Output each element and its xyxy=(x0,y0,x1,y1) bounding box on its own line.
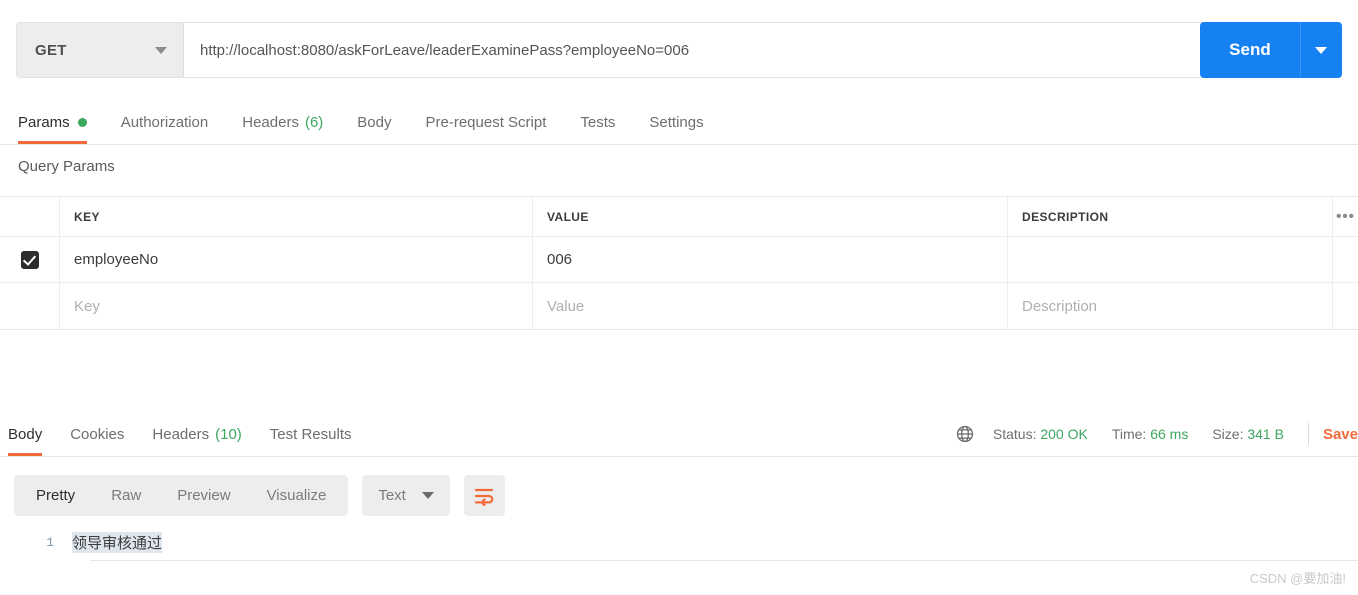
send-wrap: Send xyxy=(1200,22,1342,78)
param-key-input[interactable]: employeeNo xyxy=(60,237,533,282)
tab-headers-label: Headers xyxy=(242,113,299,131)
watermark: CSDN @要加油! xyxy=(1249,571,1346,586)
divider xyxy=(1307,423,1309,445)
code-baseline-rule xyxy=(90,560,1358,561)
code-line: 1 领导审核通过 xyxy=(0,528,1358,556)
chevron-down-icon xyxy=(155,46,167,54)
view-mode-group: Pretty Raw Preview Visualize xyxy=(14,475,349,516)
response-tab-headers-count: (10) xyxy=(215,425,242,443)
status-label: Status: xyxy=(992,426,1037,442)
tab-params-label: Params xyxy=(18,113,70,131)
header-cell-value: VALUE xyxy=(533,197,1008,236)
response-tab-cookies[interactable]: Cookies xyxy=(70,412,124,456)
size-value: 341 B xyxy=(1247,426,1284,442)
globe-icon xyxy=(956,425,974,443)
header-cell-checkbox xyxy=(0,197,60,236)
response-tab-body-label: Body xyxy=(8,425,43,443)
status-value: 200 OK xyxy=(1040,426,1088,442)
body-format-select[interactable]: Text xyxy=(362,475,450,516)
tab-authorization-label: Authorization xyxy=(120,113,209,131)
time-value: 66 ms xyxy=(1150,426,1189,442)
view-mode-raw[interactable]: Raw xyxy=(93,475,159,516)
request-tabs: Params Authorization Headers (6) Body Pr… xyxy=(0,100,1358,145)
tab-params[interactable]: Params xyxy=(18,100,87,144)
chevron-down-icon xyxy=(1315,46,1328,54)
tab-tests-label: Tests xyxy=(580,113,616,131)
response-meta: Status: 200 OK Time: 66 ms Size: 341 B S… xyxy=(955,412,1358,456)
header-cell-description: DESCRIPTION xyxy=(1008,197,1333,236)
view-mode-visualize[interactable]: Visualize xyxy=(249,475,345,516)
tab-authorization[interactable]: Authorization xyxy=(121,100,209,144)
wrap-text-icon xyxy=(475,488,494,506)
bulk-edit-more-button[interactable]: ••• xyxy=(1333,197,1358,236)
param-enabled-checkbox[interactable] xyxy=(20,250,39,269)
params-modified-dot-icon xyxy=(77,117,87,127)
tab-pre-request-script[interactable]: Pre-request Script xyxy=(426,100,547,144)
row-actions xyxy=(1333,237,1358,282)
url-input[interactable]: http://localhost:8080/askForLeave/leader… xyxy=(184,22,1342,78)
view-mode-preview[interactable]: Preview xyxy=(159,475,248,516)
postman-request-window: GET http://localhost:8080/askForLeave/le… xyxy=(0,0,1358,595)
tab-body-label: Body xyxy=(357,113,392,131)
size-label: Size: xyxy=(1212,426,1244,442)
status-badge: Status: 200 OK xyxy=(993,426,1088,442)
response-body-viewer[interactable]: 1 领导审核通过 xyxy=(0,528,1358,568)
size-badge: Size: 341 B xyxy=(1212,426,1284,442)
response-tab-headers-label: Headers xyxy=(152,425,210,443)
url-bar: GET http://localhost:8080/askForLeave/le… xyxy=(16,22,1342,78)
save-response-button[interactable]: Save xyxy=(1323,426,1358,443)
response-body-toolbar: Pretty Raw Preview Visualize Text xyxy=(14,475,505,516)
header-cell-key: KEY xyxy=(60,197,533,236)
tab-pre-request-script-label: Pre-request Script xyxy=(425,113,547,131)
empty-row-checkbox-cell xyxy=(0,283,60,329)
new-param-description-input[interactable]: Description xyxy=(1008,283,1333,329)
new-param-key-input[interactable]: Key xyxy=(60,283,533,329)
send-options-button[interactable] xyxy=(1299,22,1342,78)
tab-settings-label: Settings xyxy=(649,113,704,131)
send-button[interactable]: Send xyxy=(1200,22,1300,78)
response-body-text: 领导审核通过 xyxy=(72,531,163,553)
empty-row-actions xyxy=(1333,283,1358,329)
query-params-table: KEY VALUE DESCRIPTION ••• employeeNo 006… xyxy=(0,196,1358,330)
http-method-label: GET xyxy=(35,41,67,59)
line-number: 1 xyxy=(46,534,54,550)
view-mode-pretty[interactable]: Pretty xyxy=(18,475,93,516)
chevron-down-icon xyxy=(421,492,434,499)
response-tab-body[interactable]: Body xyxy=(8,412,43,456)
tab-body[interactable]: Body xyxy=(357,100,391,144)
param-description-input[interactable] xyxy=(1008,237,1333,282)
http-method-select[interactable]: GET xyxy=(16,22,184,78)
more-options-icon: ••• xyxy=(1336,208,1355,225)
response-tab-test-results[interactable]: Test Results xyxy=(270,412,352,456)
query-params-title: Query Params xyxy=(18,158,115,175)
wrap-text-button[interactable] xyxy=(463,475,505,516)
tab-tests[interactable]: Tests xyxy=(580,100,615,144)
param-value-input[interactable]: 006 xyxy=(533,237,1008,282)
tab-settings[interactable]: Settings xyxy=(649,100,703,144)
new-param-value-input[interactable]: Value xyxy=(533,283,1008,329)
body-format-label: Text xyxy=(378,487,406,504)
response-tab-headers[interactable]: Headers (10) xyxy=(152,412,241,456)
response-tab-cookies-label: Cookies xyxy=(70,425,125,443)
table-row-empty: Key Value Description xyxy=(0,283,1358,329)
tab-headers-count: (6) xyxy=(304,113,324,131)
table-row: employeeNo 006 xyxy=(0,237,1358,283)
send-button-group: Send xyxy=(1200,22,1342,78)
row-checkbox-cell xyxy=(0,237,60,282)
table-header-row: KEY VALUE DESCRIPTION ••• xyxy=(0,197,1358,237)
tab-headers[interactable]: Headers (6) xyxy=(242,100,323,144)
response-tab-test-results-label: Test Results xyxy=(269,425,352,443)
time-label: Time: xyxy=(1111,426,1147,442)
time-badge: Time: 66 ms xyxy=(1112,426,1189,442)
